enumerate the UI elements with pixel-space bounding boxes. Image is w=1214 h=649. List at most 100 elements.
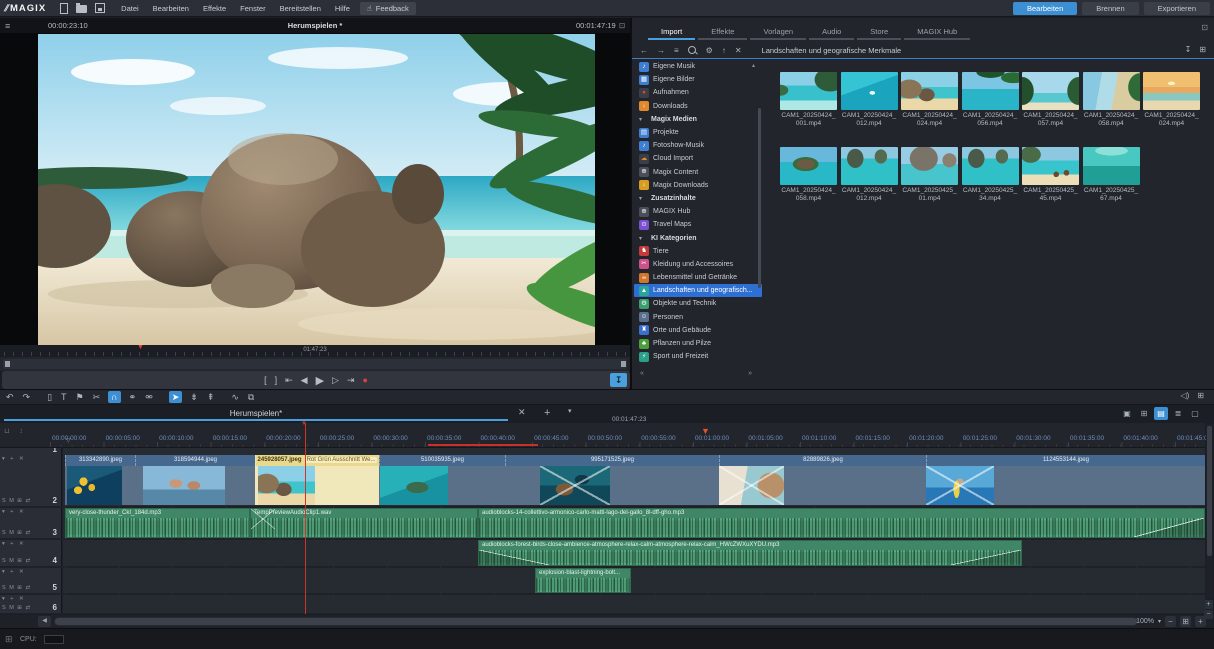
preview-detach-icon[interactable]: ⊡ bbox=[619, 21, 625, 30]
tree-item-travel-maps[interactable]: ⊙Travel Maps bbox=[634, 218, 762, 231]
tab-effekte[interactable]: Effekte bbox=[698, 25, 747, 40]
scroll-handle-right[interactable] bbox=[621, 361, 626, 367]
scene-view-icon[interactable]: ⊞ bbox=[1137, 407, 1151, 420]
track-header-4[interactable]: ▾ + ✕S M ⊞ ⇄4 bbox=[0, 540, 62, 566]
clear-icon[interactable]: ✕ bbox=[735, 46, 742, 55]
media-pool-detach-icon[interactable]: ⊡ bbox=[1201, 23, 1208, 32]
transport-jump-end[interactable]: ⇥ bbox=[347, 375, 355, 386]
preview-export-button[interactable]: ↧ bbox=[610, 373, 627, 387]
tree-item-sport-und-freizeit[interactable]: ⚡Sport und Freizeit bbox=[634, 350, 762, 363]
video-preview-area[interactable] bbox=[0, 33, 630, 345]
folder-up-icon[interactable]: ↑ bbox=[722, 46, 726, 55]
media-item[interactable]: CAM1_20250424_001.mp4 bbox=[780, 72, 837, 128]
clip-header[interactable]: 1124553144.jpeg bbox=[926, 455, 1205, 466]
clip-thumbnail[interactable] bbox=[926, 466, 994, 505]
save-project-icon[interactable] bbox=[95, 3, 105, 13]
clip-header[interactable]: 82889826.jpeg bbox=[719, 455, 926, 466]
audio-clip[interactable]: explosion-blast-lightning-bolt... bbox=[535, 568, 631, 593]
media-item[interactable]: CAM1_20250424_012.mp4 bbox=[841, 147, 898, 203]
clip-header[interactable]: 313342890.jpeg bbox=[65, 455, 135, 466]
import-icon[interactable]: ↧ bbox=[1185, 45, 1192, 54]
tree-item-magix-downloads[interactable]: ↓Magix Downloads bbox=[634, 179, 762, 192]
media-thumbnail[interactable] bbox=[901, 72, 958, 110]
transport-play[interactable]: ▶ bbox=[316, 374, 324, 387]
track-buttons-row1[interactable]: ▾ + ✕ bbox=[2, 509, 26, 515]
mode-button-bearbeiten[interactable]: Bearbeiten bbox=[1013, 2, 1077, 15]
vscroll-thumb[interactable] bbox=[1207, 426, 1212, 556]
storyboard-view-icon[interactable]: ▣ bbox=[1120, 407, 1134, 420]
media-thumbnail[interactable] bbox=[1022, 147, 1079, 185]
delete-icon[interactable]: ▯ bbox=[46, 391, 53, 403]
menu-bearbeiten[interactable]: Bearbeiten bbox=[153, 4, 189, 13]
mode-button-brennen[interactable]: Brennen bbox=[1082, 2, 1138, 15]
tree-item-eigene-musik[interactable]: ♪Eigene Musik bbox=[634, 60, 762, 73]
undo-icon[interactable]: ↶ bbox=[5, 391, 15, 403]
grid-view-icon[interactable]: ⊞ bbox=[1199, 45, 1206, 54]
track-buttons-row1[interactable]: ▾ + ✕ bbox=[2, 541, 26, 547]
clip-header[interactable]: 318594944.jpeg bbox=[135, 455, 255, 466]
project-tab[interactable]: Herumspielen* bbox=[4, 406, 508, 421]
media-item[interactable]: CAM1_20250424_057.mp4 bbox=[1022, 72, 1079, 128]
track-header-5[interactable]: ▾ + ✕S M ⊞ ⇄5 bbox=[0, 568, 62, 593]
transport-play-range[interactable]: ▷ bbox=[332, 375, 339, 386]
forward-icon[interactable]: → bbox=[657, 46, 665, 55]
hscroll-thumb[interactable] bbox=[55, 618, 1137, 625]
tree-group-zusatzinhalte[interactable]: ▾Zusatzinhalte bbox=[634, 192, 762, 205]
clip-header[interactable]: 245928057.jpegRot Grün Ausschnitt We... bbox=[255, 455, 379, 466]
zoom-out-icon[interactable]: − bbox=[1165, 616, 1176, 627]
tab-vorlagen[interactable]: Vorlagen bbox=[750, 25, 806, 40]
tree-item-objekte-und-technik[interactable]: ⚙Objekte und Technik bbox=[634, 297, 762, 310]
clip-thumbnail[interactable] bbox=[67, 466, 122, 505]
tree-item-fotoshow-musik[interactable]: ♪Fotoshow-Musik bbox=[634, 139, 762, 152]
media-item[interactable]: CAM1_20250425_34.mp4 bbox=[962, 147, 1019, 203]
track-buttons-row2[interactable]: S M ⊞ ⇄ bbox=[2, 498, 31, 504]
group-icon[interactable]: ⚭ bbox=[128, 391, 138, 403]
media-thumbnail[interactable] bbox=[962, 72, 1019, 110]
track-header-6[interactable]: ▾ + ✕S M ⊞ ⇄6 bbox=[0, 595, 62, 613]
track-buttons-row2[interactable]: S M ⊞ ⇄ bbox=[2, 530, 31, 536]
back-icon[interactable]: ← bbox=[640, 46, 648, 55]
media-item[interactable]: CAM1_20250424_056.mp4 bbox=[962, 72, 1019, 128]
preview-scroll-track[interactable] bbox=[3, 359, 627, 369]
zoom-level[interactable]: 100% bbox=[1136, 618, 1154, 625]
media-item[interactable]: CAM1_20250425_01.mp4 bbox=[901, 147, 958, 203]
open-project-icon[interactable] bbox=[76, 5, 87, 13]
media-item[interactable]: CAM1_20250425_67.mp4 bbox=[1083, 147, 1140, 203]
tree-item-downloads[interactable]: ↓Downloads bbox=[634, 100, 762, 113]
media-item[interactable]: CAM1_20250424_024.mp4 bbox=[901, 72, 958, 128]
mouse-mode-icon[interactable]: ➤ bbox=[169, 391, 183, 403]
media-item[interactable]: CAM1_20250424_058.mp4 bbox=[1083, 72, 1140, 128]
tree-item-aufnahmen[interactable]: ●Aufnahmen bbox=[634, 86, 762, 99]
media-thumbnail[interactable] bbox=[1083, 147, 1140, 185]
scroll-left-icon[interactable]: ◀ bbox=[38, 616, 51, 627]
media-thumbnail[interactable] bbox=[780, 72, 837, 110]
clip-header[interactable]: 510035935.jpeg bbox=[379, 455, 505, 466]
mode-button-exportieren[interactable]: Exportieren bbox=[1144, 2, 1210, 15]
fade-out-handle[interactable] bbox=[951, 550, 1021, 565]
tab-store[interactable]: Store bbox=[857, 25, 901, 40]
transport-mark-in[interactable]: [ bbox=[264, 375, 267, 385]
ruler-lock-icon[interactable]: ⊔ ↕ bbox=[4, 427, 27, 435]
tab-menu-icon[interactable]: ▾ bbox=[568, 407, 572, 415]
fade-in-handle[interactable] bbox=[479, 550, 549, 565]
transport-previous-frame[interactable]: ◀ bbox=[301, 375, 308, 386]
clip-thumbnail[interactable] bbox=[143, 466, 225, 505]
tree-scrollbar[interactable] bbox=[758, 108, 761, 288]
tree-item-lebensmittel-und-getr-nke[interactable]: ☕Lebensmittel und Getränke bbox=[634, 271, 762, 284]
tree-item-landschaften-und-geografisch[interactable]: ▲Landschaften und geografisch... bbox=[634, 284, 762, 297]
tree-item-cloud-import[interactable]: ☁Cloud Import bbox=[634, 152, 762, 165]
track-header-1[interactable]: 1 bbox=[0, 448, 62, 455]
clip-thumbnail[interactable] bbox=[719, 466, 784, 505]
track-buttons-row1[interactable]: ▾ + ✕ bbox=[2, 456, 26, 462]
media-item[interactable]: CAM1_20250424_058.mp4 bbox=[780, 147, 837, 203]
audio-clip[interactable]: audioblocks-forest-birds-close-ambience-… bbox=[478, 540, 1022, 566]
track-buttons-row1[interactable]: ▾ + ✕ bbox=[2, 569, 26, 575]
mouse-mode-stretch-icon[interactable]: ⇞ bbox=[206, 391, 216, 403]
redo-icon[interactable]: ↷ bbox=[22, 391, 32, 403]
timeline-ruler[interactable]: ⊔ ↕ ▽ ▼ 00:00:00:0000:00:05:0000:00:10:0… bbox=[0, 423, 1205, 448]
zoom-fit-icon[interactable]: ⊞ bbox=[1180, 616, 1191, 627]
ungroup-icon[interactable]: ⚮ bbox=[144, 391, 154, 403]
zoom-dropdown-icon[interactable]: ▾ bbox=[1158, 618, 1161, 625]
track-zoom-in-icon[interactable]: + bbox=[1204, 600, 1213, 609]
playhead-line[interactable] bbox=[305, 423, 306, 614]
